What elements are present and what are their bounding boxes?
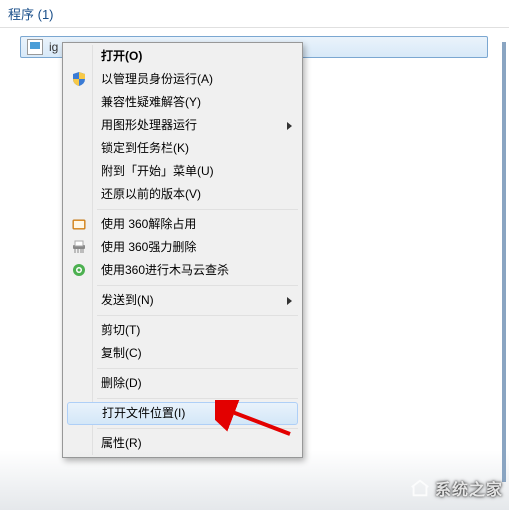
menu-label: 使用 360解除占用 <box>101 217 196 231</box>
program-name: ig <box>49 40 58 54</box>
menu-separator <box>97 368 298 369</box>
menu-label: 附到「开始」菜单(U) <box>101 164 214 178</box>
shield-icon <box>71 71 87 87</box>
menu-label: 还原以前的版本(V) <box>101 187 201 201</box>
program-icon <box>27 39 43 55</box>
menu-360-scan[interactable]: 使用360进行木马云查杀 <box>65 259 300 282</box>
menu-cut[interactable]: 剪切(T) <box>65 319 300 342</box>
menu-copy[interactable]: 复制(C) <box>65 342 300 365</box>
watermark-text: 系统之家 <box>435 476 503 500</box>
menu-label: 兼容性疑难解答(Y) <box>101 95 201 109</box>
menu-pin-taskbar[interactable]: 锁定到任务栏(K) <box>65 137 300 160</box>
menu-label: 使用360进行木马云查杀 <box>101 263 229 277</box>
menu-separator <box>97 315 298 316</box>
menu-send-to[interactable]: 发送到(N) <box>65 289 300 312</box>
menu-restore-versions[interactable]: 还原以前的版本(V) <box>65 183 300 206</box>
menu-pin-start[interactable]: 附到「开始」菜单(U) <box>65 160 300 183</box>
menu-separator <box>97 428 298 429</box>
window-edge <box>502 42 506 482</box>
menu-open-file-location[interactable]: 打开文件位置(I) <box>67 402 298 425</box>
menu-label: 使用 360强力删除 <box>101 240 196 254</box>
menu-separator <box>97 209 298 210</box>
menu-label: 复制(C) <box>101 346 142 360</box>
menu-troubleshoot[interactable]: 兼容性疑难解答(Y) <box>65 91 300 114</box>
scan-icon <box>71 262 87 278</box>
menu-open[interactable]: 打开(O) <box>65 45 300 68</box>
watermark: 系统之家 <box>409 476 503 500</box>
menu-label: 属性(R) <box>101 436 142 450</box>
menu-separator <box>97 285 298 286</box>
context-menu: 打开(O) 以管理员身份运行(A) 兼容性疑难解答(Y) 用图形处理器运行 锁定… <box>62 42 303 458</box>
menu-label: 用图形处理器运行 <box>101 118 197 132</box>
menu-label: 剪切(T) <box>101 323 140 337</box>
unlock-icon <box>71 216 87 232</box>
submenu-arrow-icon <box>287 122 292 130</box>
menu-properties[interactable]: 属性(R) <box>65 432 300 455</box>
menu-label: 发送到(N) <box>101 293 154 307</box>
menu-label: 删除(D) <box>101 376 142 390</box>
menu-separator <box>97 398 298 399</box>
section-title: 程序 (1) <box>8 7 54 22</box>
menu-run-as-admin[interactable]: 以管理员身份运行(A) <box>65 68 300 91</box>
shredder-icon <box>71 239 87 255</box>
section-header: 程序 (1) <box>0 0 509 25</box>
menu-label: 打开文件位置(I) <box>102 406 185 420</box>
menu-delete[interactable]: 删除(D) <box>65 372 300 395</box>
menu-360-force-delete[interactable]: 使用 360强力删除 <box>65 236 300 259</box>
submenu-arrow-icon <box>287 297 292 305</box>
house-icon <box>409 477 431 499</box>
menu-run-with-gpu[interactable]: 用图形处理器运行 <box>65 114 300 137</box>
menu-label: 以管理员身份运行(A) <box>101 72 213 86</box>
menu-360-unlock[interactable]: 使用 360解除占用 <box>65 213 300 236</box>
menu-label: 锁定到任务栏(K) <box>101 141 189 155</box>
divider <box>0 27 509 28</box>
menu-label: 打开(O) <box>101 49 142 63</box>
